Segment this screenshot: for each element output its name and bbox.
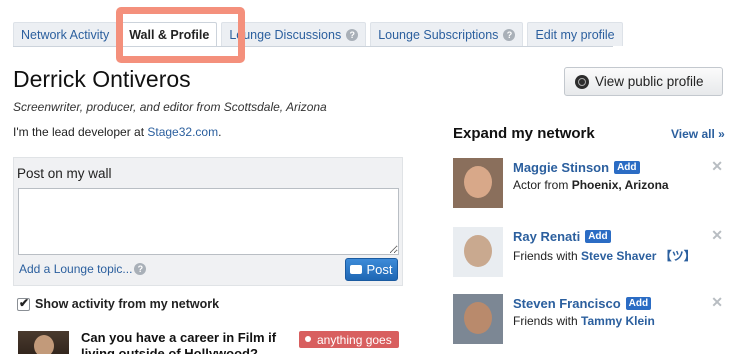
profile-tabs: Network Activity Wall & Profile Lounge D… xyxy=(13,22,627,47)
post-label: Post on my wall xyxy=(17,166,112,181)
avatar[interactable] xyxy=(453,294,503,344)
suggestion-name[interactable]: Maggie Stinson xyxy=(513,160,609,175)
feed-tag-badge[interactable]: anything goes xyxy=(299,331,399,348)
close-icon[interactable]: ✕ xyxy=(711,227,723,244)
avatar[interactable] xyxy=(453,158,503,208)
post-button-label: Post xyxy=(366,262,393,277)
tab-label: Edit my profile xyxy=(535,27,615,42)
bio-text: I'm the lead developer at xyxy=(13,125,148,139)
suggestion-subtitle: Actor from Phoenix, Arizona xyxy=(513,178,669,192)
suggestion-subtitle: Friends with Tammy Klein xyxy=(513,314,655,328)
bio-link[interactable]: Stage32.com xyxy=(147,125,218,139)
profile-tagline: Screenwriter, producer, and editor from … xyxy=(13,100,327,114)
tab-label: Lounge Subscriptions xyxy=(378,27,499,42)
avatar[interactable] xyxy=(453,227,503,277)
help-icon[interactable]: ? xyxy=(134,263,147,275)
subtitle-prefix: Friends with xyxy=(513,314,582,328)
tab-network-activity[interactable]: Network Activity xyxy=(13,22,118,46)
help-icon[interactable]: ? xyxy=(503,28,516,41)
suggestion-name[interactable]: Steven Francisco xyxy=(513,296,621,311)
view-public-profile-button[interactable]: View public profile xyxy=(564,67,723,96)
tab-lounge-subscriptions[interactable]: Lounge Subscriptions? xyxy=(370,22,524,46)
add-button[interactable]: Add xyxy=(585,230,611,243)
tab-edit-profile[interactable]: Edit my profile xyxy=(527,22,623,46)
close-icon[interactable]: ✕ xyxy=(711,158,723,175)
profile-bio: I'm the lead developer at Stage32.com. xyxy=(13,125,221,139)
close-icon[interactable]: ✕ xyxy=(711,294,723,311)
highlight-box xyxy=(116,7,245,63)
show-activity-toggle[interactable]: Show activity from my network xyxy=(17,296,220,311)
show-activity-label: Show activity from my network xyxy=(35,297,220,311)
show-activity-checkbox[interactable] xyxy=(17,296,30,311)
suggestion-name-row: Ray Renati Add xyxy=(513,229,611,244)
globe-icon xyxy=(575,74,589,89)
help-icon[interactable]: ? xyxy=(346,28,359,41)
feed-title[interactable]: Can you have a career in Film if living … xyxy=(81,330,286,354)
subtitle-link[interactable]: Steve Shaver 【ツ】 xyxy=(581,249,696,263)
add-lounge-topic-link[interactable]: Add a Lounge topic...? xyxy=(19,262,147,276)
subtitle-prefix: Friends with xyxy=(513,249,582,263)
subtitle-link[interactable]: Tammy Klein xyxy=(581,314,655,328)
add-topic-label: Add a Lounge topic... xyxy=(19,262,133,276)
add-button[interactable]: Add xyxy=(614,161,640,174)
view-public-profile-label: View public profile xyxy=(595,74,704,89)
tab-label: Lounge Discussions xyxy=(229,27,342,42)
tab-label: Network Activity xyxy=(21,27,110,42)
bio-suffix: . xyxy=(218,125,222,139)
subtitle-prefix: Actor from xyxy=(513,178,572,192)
expand-network-title: Expand my network xyxy=(453,125,595,142)
subtitle-value: Phoenix, Arizona xyxy=(571,178,669,192)
view-all-link[interactable]: View all » xyxy=(671,127,725,141)
add-button[interactable]: Add xyxy=(625,297,652,310)
post-button[interactable]: Post xyxy=(345,258,398,281)
suggestion-name[interactable]: Ray Renati xyxy=(513,229,580,244)
feed-thumbnail[interactable] xyxy=(18,331,69,354)
suggestion-item: Steven Francisco Add Friends with Tammy K… xyxy=(453,294,723,346)
post-input[interactable] xyxy=(18,188,399,255)
speech-bubble-icon xyxy=(350,265,363,274)
tabs-divider xyxy=(13,46,613,47)
suggestion-item: Ray Renati Add Friends with Steve Shaver … xyxy=(453,227,723,279)
profile-name: Derrick Ontiveros xyxy=(13,66,191,92)
suggestion-subtitle: Friends with Steve Shaver 【ツ】 xyxy=(513,247,696,264)
suggestion-name-row: Steven Francisco Add xyxy=(513,296,652,311)
suggestion-item: Maggie Stinson Add Actor from Phoenix, Ar… xyxy=(453,158,723,210)
suggestion-name-row: Maggie Stinson Add xyxy=(513,160,640,175)
